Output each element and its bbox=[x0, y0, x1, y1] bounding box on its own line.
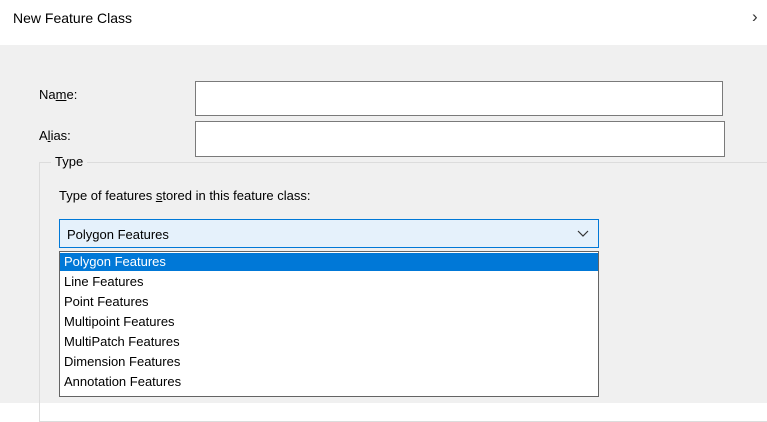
dialog-titlebar: New Feature Class › bbox=[0, 0, 767, 45]
chevron-down-icon[interactable] bbox=[576, 226, 590, 240]
name-label: Name: bbox=[39, 87, 78, 102]
close-icon[interactable]: › bbox=[752, 7, 758, 27]
name-input[interactable] bbox=[195, 81, 723, 116]
type-prompt-label: Type of features stored in this feature … bbox=[59, 188, 311, 203]
option-line-features[interactable]: Line Features bbox=[60, 273, 598, 291]
feature-type-combobox[interactable]: Polygon Features bbox=[59, 219, 599, 248]
feature-type-dropdown-list: Polygon Features Line Features Point Fea… bbox=[59, 251, 599, 397]
option-multipatch-features[interactable]: MultiPatch Features bbox=[60, 333, 598, 351]
dialog-title: New Feature Class bbox=[13, 10, 133, 26]
option-annotation-features[interactable]: Annotation Features bbox=[60, 373, 598, 391]
type-group-legend: Type bbox=[51, 154, 88, 169]
option-point-features[interactable]: Point Features bbox=[60, 293, 598, 311]
option-polygon-features[interactable]: Polygon Features bbox=[60, 253, 598, 271]
alias-input[interactable] bbox=[195, 121, 725, 157]
option-dimension-features[interactable]: Dimension Features bbox=[60, 353, 598, 371]
option-multipoint-features[interactable]: Multipoint Features bbox=[60, 313, 598, 331]
combobox-selected-value: Polygon Features bbox=[67, 227, 169, 242]
alias-label: Alias: bbox=[39, 128, 71, 143]
